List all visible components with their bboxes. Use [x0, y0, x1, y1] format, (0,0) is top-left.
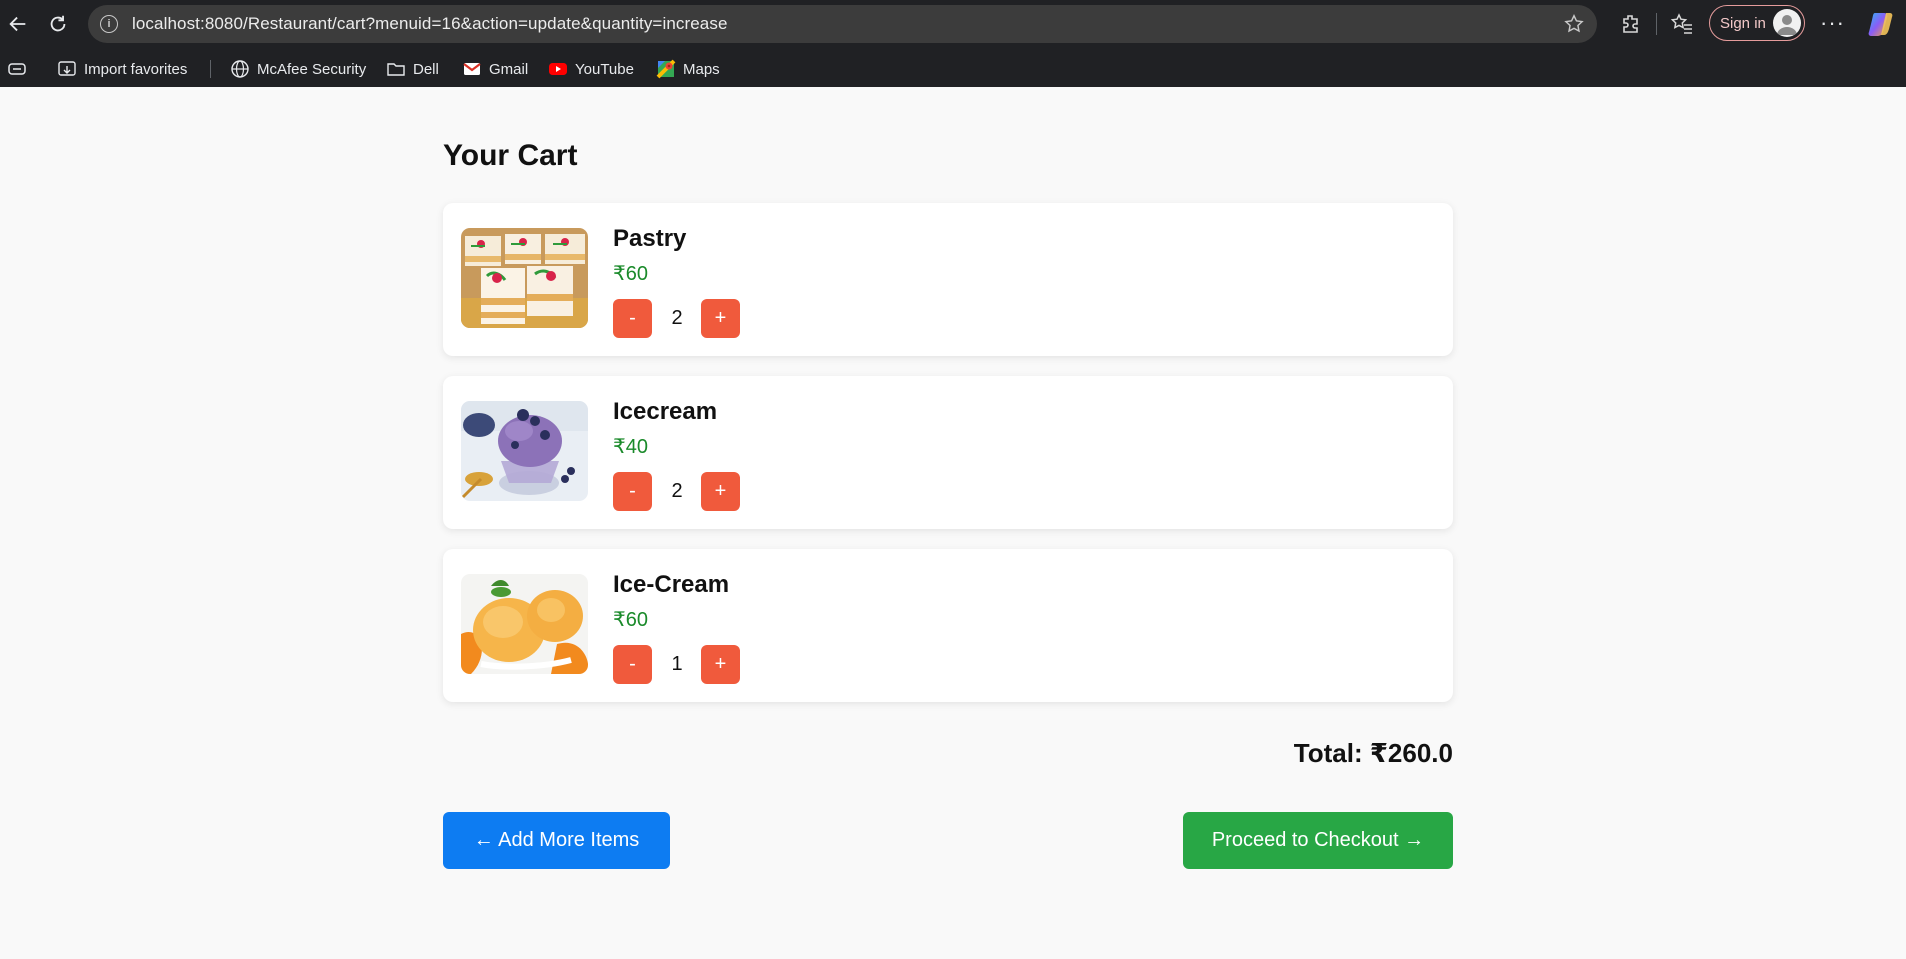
cart-item: Icecream ₹40 - 2 + [443, 376, 1453, 529]
favorites-icon[interactable] [1670, 12, 1694, 36]
maps-icon [656, 59, 676, 79]
bookmark-divider [210, 60, 211, 78]
add-more-items-button[interactable]: ← Add More Items [443, 812, 670, 869]
youtube-icon [549, 63, 567, 75]
sign-in-label: Sign in [1720, 14, 1766, 32]
folder-icon [387, 63, 405, 76]
gmail-icon [463, 63, 481, 75]
blueberry-icecream-image [461, 401, 588, 501]
sign-in-button[interactable]: Sign in [1709, 5, 1805, 41]
bookmark-label: McAfee Security [257, 60, 367, 78]
toolbar-divider [1656, 13, 1657, 35]
reload-icon [50, 15, 66, 32]
cart-total: Total: ₹260.0 [1293, 738, 1453, 768]
bookmark-label: Import favorites [84, 60, 188, 78]
bookmark-mcafee[interactable]: McAfee Security [230, 58, 366, 80]
import-icon [58, 61, 76, 76]
cart-page: Your Cart Pastry ₹60 - 2 + Icecream ₹40 … [0, 87, 1906, 959]
item-price: ₹40 [613, 436, 648, 458]
globe-icon [231, 60, 249, 78]
increase-quantity-button[interactable]: + [701, 472, 740, 511]
increase-quantity-button[interactable]: + [701, 645, 740, 684]
bookmark-gmail[interactable]: Gmail [462, 58, 528, 80]
copilot-icon[interactable] [1866, 9, 1896, 39]
item-price: ₹60 [613, 609, 648, 631]
bookmark-dell[interactable]: Dell [386, 58, 439, 80]
browser-toolbar: i localhost:8080/Restaurant/cart?menuid=… [0, 0, 1906, 49]
reload-button[interactable] [40, 6, 76, 42]
item-price: ₹60 [613, 263, 648, 285]
decrease-quantity-button[interactable]: - [613, 645, 652, 684]
back-arrow-icon [9, 16, 26, 32]
bookmark-youtube[interactable]: YouTube [548, 58, 634, 80]
item-quantity: 2 [671, 480, 683, 502]
site-info-icon[interactable]: i [100, 15, 118, 33]
bookmark-import-favorites[interactable]: Import favorites [57, 58, 187, 80]
page-title: Your Cart [443, 139, 578, 172]
decrease-quantity-button[interactable]: - [613, 299, 652, 338]
increase-quantity-button[interactable]: + [701, 299, 740, 338]
item-quantity: 2 [671, 307, 683, 329]
bookmark-maps[interactable]: Maps [656, 58, 720, 80]
profile-avatar-icon [1773, 9, 1801, 37]
more-options-icon[interactable]: ··· [1820, 10, 1845, 36]
back-button[interactable] [0, 6, 36, 42]
bookmark-label: YouTube [575, 60, 634, 78]
item-name: Ice-Cream [613, 571, 730, 598]
item-quantity: 1 [671, 653, 683, 675]
cart-item: Pastry ₹60 - 2 + [443, 203, 1453, 356]
proceed-to-checkout-button[interactable]: Proceed to Checkout → [1183, 812, 1453, 869]
address-bar[interactable]: i localhost:8080/Restaurant/cart?menuid=… [88, 5, 1597, 43]
cart-item: Ice-Cream ₹60 - 1 + [443, 549, 1453, 702]
item-name: Icecream [613, 398, 718, 425]
favorite-star-icon[interactable] [1563, 13, 1585, 35]
decrease-quantity-button[interactable]: - [613, 472, 652, 511]
item-name: Pastry [613, 225, 687, 252]
bookmarks-bar: Import favorites McAfee Security Dell Gm… [0, 49, 1906, 87]
bookmark-label: Gmail [489, 60, 529, 78]
bookmark-label: Maps [683, 60, 720, 78]
url-text[interactable]: localhost:8080/Restaurant/cart?menuid=16… [132, 14, 1563, 34]
extensions-icon[interactable] [1619, 12, 1643, 36]
mango-icecream-image [461, 574, 588, 674]
tab-actions-icon[interactable] [7, 59, 27, 79]
pastry-image [461, 228, 588, 328]
bookmark-label: Dell [413, 60, 439, 78]
